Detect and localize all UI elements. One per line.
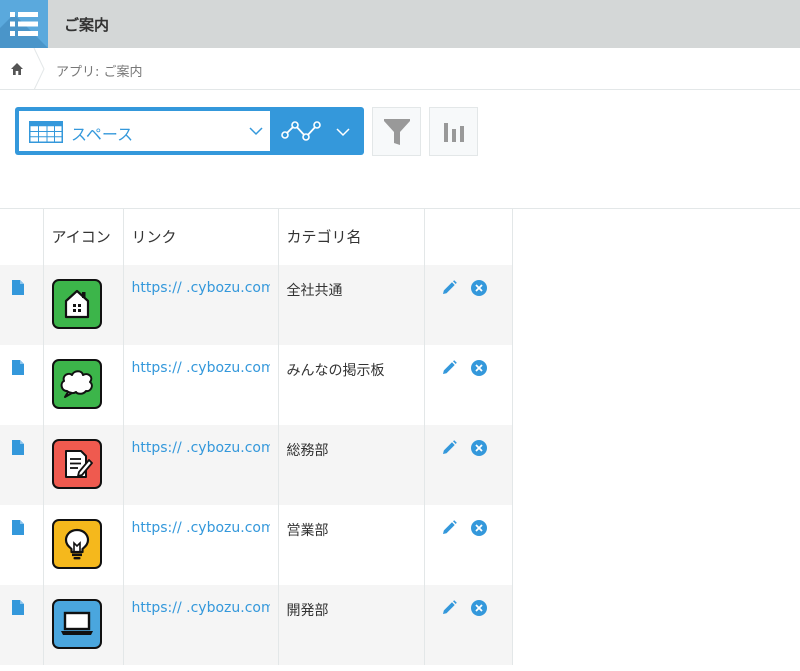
category-name: 営業部: [286, 523, 329, 539]
document-icon: [12, 520, 24, 535]
document-icon: [12, 600, 24, 615]
edit-record-button[interactable]: [441, 280, 457, 296]
record-link[interactable]: https:// .cybozu.com/k/: [132, 360, 270, 376]
close-icon: [474, 364, 483, 372]
records-table-area: アイコン リンク カテゴリ名 https:// .cybozu.com/k/全社…: [0, 208, 800, 671]
category-icon-tile: [51, 359, 102, 409]
breadcrumb: アプリ: ご案内: [0, 48, 800, 90]
category-icon-tile: [51, 599, 102, 649]
chevron-down-icon: [336, 128, 350, 137]
filter-button[interactable]: [372, 107, 421, 156]
document-icon: [12, 280, 24, 295]
table-row: https:// .cybozu.com/k/みんなの掲示板: [0, 345, 513, 425]
record-link[interactable]: https:// .cybozu.com/k/: [132, 600, 270, 616]
record-detail-button[interactable]: [12, 520, 24, 539]
column-header-icon: アイコン: [43, 209, 124, 265]
table-row: https:// .cybozu.com/k/全社共通: [0, 265, 513, 345]
lightbulb-icon: [63, 528, 91, 560]
app-list-icon[interactable]: [0, 0, 48, 48]
record-link[interactable]: https:// .cybozu.com/k/: [132, 280, 270, 296]
speech-bubble-icon: [59, 369, 95, 399]
delete-record-button[interactable]: [470, 440, 487, 456]
document-pen-icon: [61, 448, 93, 480]
record-link[interactable]: https:// .cybozu.com/k/: [132, 520, 270, 536]
document-icon: [12, 440, 24, 455]
house-icon: [62, 288, 92, 320]
bar-chart-icon: [443, 122, 464, 142]
view-select-label: スペース: [71, 125, 134, 144]
edit-record-button[interactable]: [441, 360, 457, 376]
pencil-icon: [442, 600, 457, 614]
close-icon: [474, 284, 483, 292]
record-detail-button[interactable]: [12, 280, 24, 299]
home-icon: [11, 63, 23, 75]
delete-record-button[interactable]: [470, 520, 487, 536]
edit-record-button[interactable]: [441, 600, 457, 616]
close-icon: [474, 604, 483, 612]
delete-record-button[interactable]: [470, 280, 487, 296]
line-graph-icon: [281, 121, 321, 141]
funnel-icon: [383, 118, 410, 145]
view-select[interactable]: スペース: [15, 107, 270, 155]
pencil-icon: [442, 360, 457, 374]
record-link[interactable]: https:// .cybozu.com/k/: [132, 440, 270, 456]
app-title: ご案内: [64, 16, 110, 34]
category-name: 開発部: [286, 603, 329, 619]
table-row: https:// .cybozu.com/k/営業部: [0, 505, 513, 585]
pencil-icon: [442, 440, 457, 454]
delete-record-button[interactable]: [470, 600, 487, 616]
category-name: 全社共通: [286, 283, 343, 299]
category-icon-tile: [51, 439, 102, 489]
chevron-down-icon: [249, 127, 263, 136]
category-name: みんなの掲示板: [286, 363, 385, 379]
app-header: ご案内: [0, 0, 800, 48]
edit-record-button[interactable]: [441, 440, 457, 456]
column-header-detail: [0, 209, 44, 265]
document-icon: [12, 360, 24, 375]
breadcrumb-app-link[interactable]: アプリ: ご案内: [56, 61, 143, 80]
table-header-row: アイコン リンク カテゴリ名: [0, 209, 513, 265]
record-detail-button[interactable]: [12, 440, 24, 459]
breadcrumb-separator-icon: [33, 48, 45, 90]
home-button[interactable]: [0, 48, 34, 90]
table-row: https:// .cybozu.com/k/開発部: [0, 585, 513, 665]
column-header-category: カテゴリ名: [278, 209, 425, 265]
graph-button[interactable]: [429, 107, 478, 156]
table-row: https:// .cybozu.com/k/総務部: [0, 425, 513, 505]
pencil-icon: [442, 520, 457, 534]
table-view-icon: [29, 121, 63, 143]
graph-select[interactable]: [270, 107, 364, 155]
delete-record-button[interactable]: [470, 360, 487, 376]
column-header-actions: [424, 209, 513, 265]
laptop-icon: [59, 610, 95, 638]
pencil-icon: [442, 280, 457, 294]
close-icon: [474, 444, 483, 452]
close-icon: [474, 524, 483, 532]
category-icon-tile: [51, 279, 102, 329]
record-detail-button[interactable]: [12, 360, 24, 379]
category-name: 総務部: [286, 443, 329, 459]
record-detail-button[interactable]: [12, 600, 24, 619]
category-icon-tile: [51, 519, 102, 569]
column-header-link: リンク: [123, 209, 279, 265]
records-table: アイコン リンク カテゴリ名 https:// .cybozu.com/k/全社…: [0, 209, 513, 665]
edit-record-button[interactable]: [441, 520, 457, 536]
